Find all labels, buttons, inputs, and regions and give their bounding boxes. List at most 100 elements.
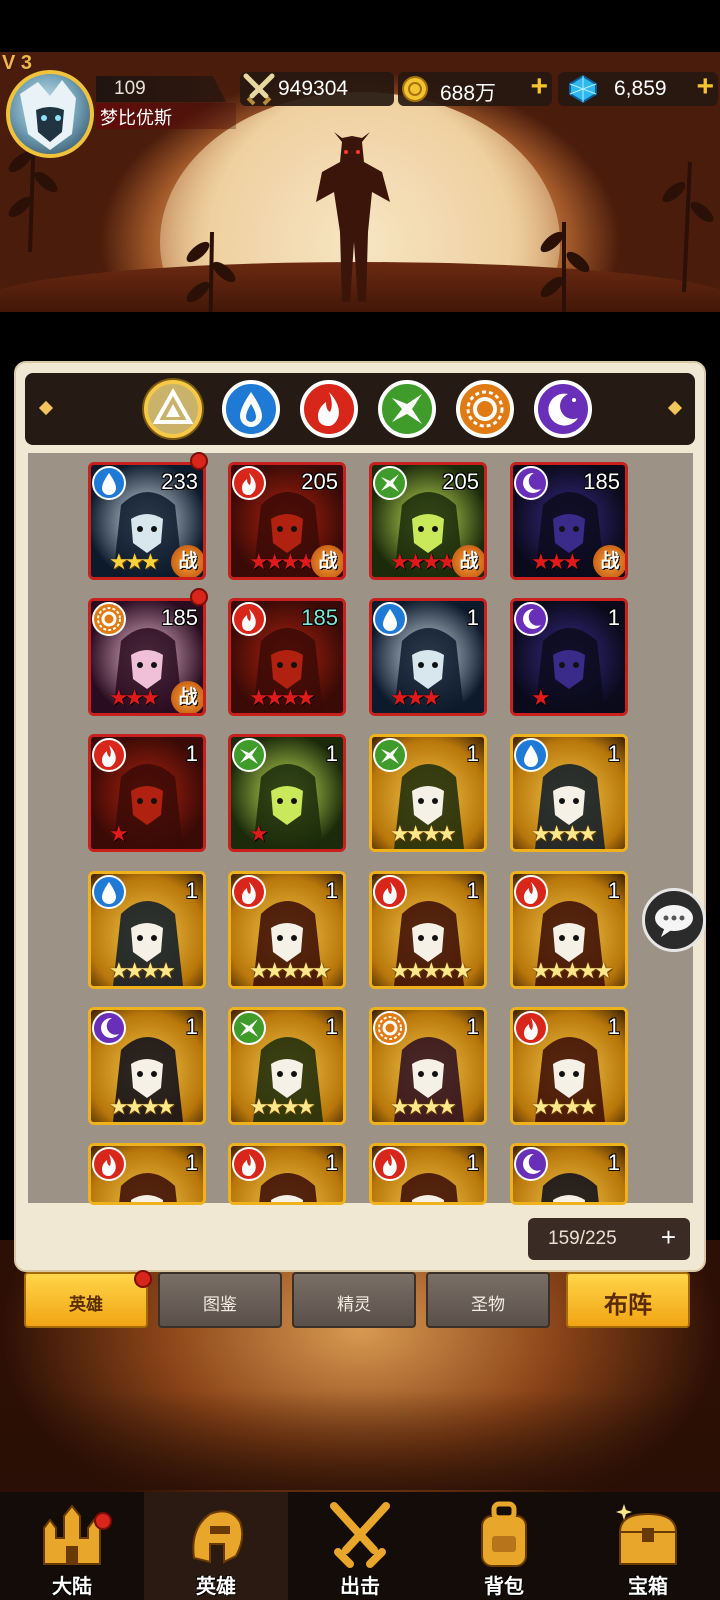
nav-heroes[interactable]: 英雄: [144, 1492, 288, 1600]
vip-badge: V 3: [2, 52, 33, 74]
avatar-art: [20, 80, 76, 150]
hero-card[interactable]: 1: [88, 1143, 206, 1205]
star-rating: ★★★★: [109, 1094, 176, 1119]
ground-crack: [0, 1390, 720, 1490]
hero-level: 1: [325, 878, 338, 903]
hero-card[interactable]: 185 ★★★ 战: [510, 462, 628, 580]
element-fire-icon: [232, 466, 266, 500]
hero-level: 205: [301, 469, 338, 494]
hero-card[interactable]: 1: [510, 1143, 628, 1205]
hero-card[interactable]: 1 ★★★★: [88, 1007, 206, 1125]
element-water-icon: [92, 466, 126, 500]
hero-card[interactable]: 1 ★★★★: [369, 1007, 487, 1125]
star-rating: ★★★★: [390, 549, 457, 574]
hero-card[interactable]: 233 ★★★ 战: [88, 462, 206, 580]
star-rating: ★★★★★: [390, 958, 473, 983]
hero-level: 185: [583, 469, 620, 494]
hero-card[interactable]: 1 ★★★★★: [369, 871, 487, 989]
filter-wind-icon[interactable]: [378, 380, 436, 438]
status-area: [0, 0, 720, 52]
element-fire-icon: [373, 875, 407, 909]
hero-card[interactable]: 1 ★★★★: [228, 1007, 346, 1125]
tab-heroes[interactable]: 英雄: [24, 1272, 148, 1328]
hero-level: 185: [301, 605, 338, 630]
gems-add-button[interactable]: +: [696, 70, 714, 104]
power-value: 949304: [278, 77, 349, 100]
hero-card[interactable]: 205 ★★★★ 战: [369, 462, 487, 580]
tab-codex[interactable]: 图鉴: [158, 1272, 282, 1328]
tab-relic[interactable]: 圣物: [426, 1272, 550, 1328]
element-light-icon: [92, 602, 126, 636]
hero-level: 1: [466, 741, 479, 766]
hero-card[interactable]: 205 ★★★★ 战: [228, 462, 346, 580]
filter-dark-icon[interactable]: [534, 380, 592, 438]
deploy-button[interactable]: 布阵: [566, 1272, 690, 1328]
filter-fire-icon[interactable]: [300, 380, 358, 438]
expand-capacity-button[interactable]: +: [661, 1222, 676, 1253]
hero-level: 185: [161, 605, 198, 630]
nav-chest-label: 宝箱: [628, 1576, 668, 1598]
hero-level: 1: [466, 1150, 479, 1175]
element-wind-icon: [232, 1011, 266, 1045]
chat-button[interactable]: [642, 888, 706, 952]
star-rating: ★★★★: [249, 685, 316, 710]
filter-water-icon[interactable]: [222, 380, 280, 438]
element-light-icon: [373, 1011, 407, 1045]
chat-bubble-icon: [655, 905, 693, 937]
hero-card[interactable]: 1 ★★★: [369, 598, 487, 716]
filter-light-icon[interactable]: [456, 380, 514, 438]
hero-level: 1: [325, 1014, 338, 1039]
backpack-icon: [481, 1501, 527, 1567]
star-rating: ★★★: [109, 685, 160, 710]
castle-icon: [43, 1504, 101, 1565]
hero-card[interactable]: 185 ★★★ 战: [88, 598, 206, 716]
star-rating: ★★★★: [249, 549, 316, 574]
hero-card[interactable]: 1 ★: [88, 734, 206, 852]
hero-card[interactable]: 1 ★★★★★: [510, 871, 628, 989]
tab-codex-label: 图鉴: [203, 1295, 237, 1314]
hero-card[interactable]: 185 ★★★★: [228, 598, 346, 716]
nav-bag[interactable]: 背包: [432, 1492, 576, 1600]
star-rating: ★★★: [109, 549, 160, 574]
nav-bag-label: 背包: [484, 1576, 524, 1598]
element-wind-icon: [373, 466, 407, 500]
hero-level: 1: [607, 878, 620, 903]
hero-card[interactable]: 1 ★★★★: [369, 734, 487, 852]
element-wind-icon: [232, 738, 266, 772]
nav-continent[interactable]: 大陆: [0, 1492, 144, 1600]
nav-chest[interactable]: 宝箱: [576, 1492, 720, 1600]
hero-card[interactable]: 1 ★: [228, 734, 346, 852]
hero-card[interactable]: 1 ★★★★★: [228, 871, 346, 989]
element-filter-bar: [25, 373, 695, 445]
flame-icon: [318, 392, 339, 426]
star-rating: ★★★: [531, 549, 582, 574]
player-avatar[interactable]: [6, 70, 94, 158]
hero-level: 1: [466, 605, 479, 630]
hero-card[interactable]: 1 ★★★★: [88, 871, 206, 989]
gold-add-button[interactable]: +: [530, 70, 548, 104]
hero-card[interactable]: 1: [369, 1143, 487, 1205]
hero-level: 205: [442, 469, 479, 494]
treasure-chest-icon: [616, 1504, 678, 1565]
star-rating: ★★★★: [531, 1094, 598, 1119]
hero-card[interactable]: 1 ★: [510, 598, 628, 716]
element-fire-icon: [514, 1011, 548, 1045]
hero-card[interactable]: 1 ★★★★: [510, 734, 628, 852]
hero-level: 1: [185, 1014, 198, 1039]
tab-spirit[interactable]: 精灵: [292, 1272, 416, 1328]
crossed-swords-icon: [330, 1502, 390, 1568]
wind-blade-icon: [392, 394, 422, 424]
hero-card[interactable]: 1 ★★★★: [510, 1007, 628, 1125]
filter-all-icon[interactable]: [144, 380, 202, 438]
crescent-moon-icon: [548, 393, 578, 426]
hero-level: 1: [607, 1150, 620, 1175]
player-level: 109: [114, 78, 146, 99]
star-rating: ★★★★: [531, 821, 598, 846]
hero-card[interactable]: 1: [228, 1143, 346, 1205]
hero-level: 1: [325, 1150, 338, 1175]
element-water-icon: [373, 602, 407, 636]
crossed-swords-icon: [243, 73, 275, 106]
notification-dot: [94, 1512, 112, 1530]
nav-attack[interactable]: 出击: [288, 1492, 432, 1600]
element-fire-icon: [514, 875, 548, 909]
